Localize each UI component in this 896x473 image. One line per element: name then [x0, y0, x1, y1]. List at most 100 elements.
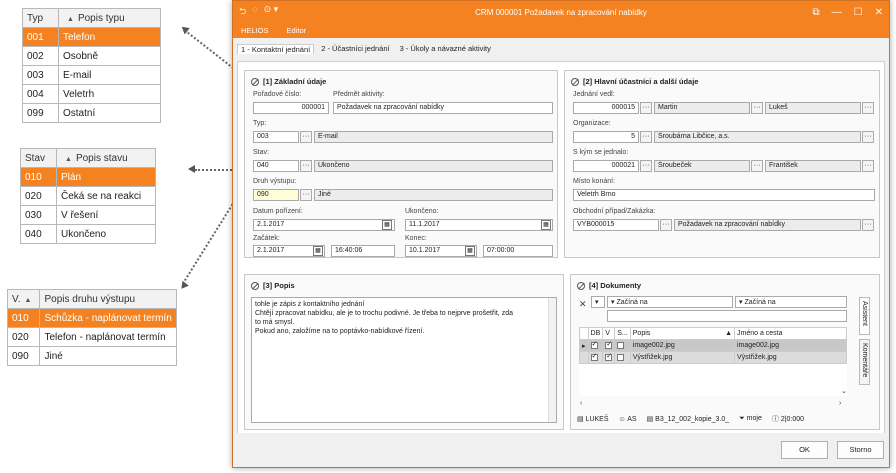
table-row[interactable]: 030 V řešení — [20, 205, 156, 225]
scroll-left-icon[interactable]: ‹ — [580, 400, 582, 407]
collapse-icon[interactable] — [251, 77, 259, 86]
filter-left-field[interactable]: ▾ Začíná na — [607, 296, 733, 308]
table-row[interactable]: 099 Ostatní — [22, 103, 161, 123]
tab-ucastnici-jednani[interactable]: 2 - Účastníci jednání — [318, 44, 392, 54]
lookup-button[interactable]: ··· — [751, 102, 763, 114]
filter-right-field[interactable]: ▾ Začíná na — [735, 296, 847, 308]
col-v[interactable]: V — [602, 327, 616, 340]
menu-bar: HELIOS Editor — [233, 23, 889, 38]
sort-asc-icon: ▲ — [67, 15, 74, 23]
ukonceno-field[interactable]: 11.1.2017 — [405, 219, 553, 231]
filter-input[interactable] — [607, 310, 847, 322]
maximize-icon[interactable]: ☐ — [854, 7, 863, 18]
organizace-lookup-button[interactable]: ··· — [640, 131, 652, 143]
typ-lookup-button[interactable]: ··· — [300, 131, 312, 143]
stav-lookup-button[interactable]: ··· — [300, 160, 312, 172]
popis-typu-header[interactable]: ▲ Popis typu — [58, 8, 161, 28]
zacatek-cas-field[interactable]: 16:40:06 — [331, 245, 395, 257]
table-row[interactable]: Výstřižek.jpg Výstřižek.jpg — [579, 351, 847, 364]
table-row[interactable]: 001 Telefon — [22, 27, 161, 47]
organizace-code-field[interactable]: 5 — [573, 131, 639, 143]
stav-code-field[interactable]: 040 — [253, 160, 299, 172]
obchodni-lookup-button[interactable]: ··· — [660, 219, 672, 231]
druh-code-field[interactable]: 090 — [253, 189, 299, 201]
tab-asistent[interactable]: Asistent — [859, 297, 870, 335]
predmet-field[interactable]: Požadavek na zpracování nabídky — [333, 102, 553, 114]
typ-code-field[interactable]: 003 — [253, 131, 299, 143]
jednani-vedl-prijmeni-field: Lukeš — [765, 102, 861, 114]
lookup-button[interactable]: ··· — [862, 219, 874, 231]
col-popis[interactable]: Popis ▲ — [629, 327, 736, 340]
table-row[interactable]: 010 Schůzka - naplánovat termín — [6, 308, 177, 328]
popis-druhu-header[interactable]: Popis druhu výstupu — [39, 289, 177, 309]
s-kym-lookup-button[interactable]: ··· — [640, 160, 652, 172]
datum-porizeni-field[interactable]: 2.1.2017 — [253, 219, 395, 231]
table-row[interactable]: 090 Jiné — [6, 346, 177, 366]
scroll-right-icon[interactable]: › — [839, 400, 841, 407]
lookup-button[interactable]: ··· — [862, 160, 874, 172]
calendar-icon[interactable]: ▦ — [313, 246, 323, 256]
jednani-vedl-code-field[interactable]: 000015 — [573, 102, 639, 114]
obchodni-code-field[interactable]: VYB000015 — [573, 219, 659, 231]
col-jmeno[interactable]: Jméno a cesta — [734, 327, 847, 340]
checkbox[interactable] — [605, 352, 613, 361]
info-icon: ⓘ — [771, 416, 781, 423]
lookup-button[interactable]: ··· — [862, 131, 874, 143]
collapse-icon[interactable] — [251, 281, 259, 290]
col-s[interactable]: S... — [614, 327, 631, 340]
lookup-button[interactable]: ··· — [862, 102, 874, 114]
minimize-icon[interactable]: — — [832, 7, 842, 18]
lookup-button[interactable]: ··· — [751, 160, 763, 172]
druh-desc-field: Jiné — [314, 189, 553, 201]
table-row[interactable]: 003 E-mail — [22, 65, 161, 85]
clear-filter-icon[interactable]: ✕ — [579, 299, 587, 310]
scrollbar[interactable] — [548, 298, 556, 422]
table-row[interactable]: 010 Plán — [20, 167, 156, 187]
stav-header[interactable]: Stav — [20, 148, 57, 168]
checkbox[interactable] — [617, 353, 625, 361]
popis-textarea[interactable]: tohle je zápis z kontaktního jednání Cht… — [251, 297, 557, 423]
menu-editor[interactable]: Editor — [287, 26, 307, 35]
popis-stavu-header[interactable]: ▲ Popis stavu — [56, 148, 156, 168]
collapse-icon[interactable] — [577, 281, 585, 290]
table-row[interactable]: ▸ image002.jpg image002.jpg — [579, 339, 847, 352]
status-filter[interactable]: ⏷ moje — [739, 415, 762, 423]
typ-header[interactable]: Typ — [22, 8, 59, 28]
checkbox[interactable] — [590, 340, 598, 349]
poradove-cislo-field[interactable]: 000001 — [253, 102, 329, 114]
collapse-icon[interactable] — [571, 77, 579, 86]
calendar-icon[interactable]: ▦ — [465, 246, 475, 256]
druh-lookup-button[interactable]: ··· — [300, 189, 312, 201]
jednani-vedl-lookup-button[interactable]: ··· — [640, 102, 652, 114]
refresh-icon[interactable]: ◌ — [252, 4, 257, 20]
checkbox[interactable] — [617, 341, 625, 349]
table-row[interactable]: 020 Čeká se na reakci — [20, 186, 156, 206]
status-file: ▤ B3_12_002_kopie_3.0_ — [646, 416, 730, 423]
konec-cas-field[interactable]: 07:00:00 — [483, 245, 553, 257]
tab-kontaktni-jednani[interactable]: 1 - Kontaktní jednání — [237, 44, 315, 54]
ok-button[interactable]: OK — [781, 441, 828, 459]
back-icon[interactable]: ⮌ — [239, 4, 246, 20]
table-row[interactable]: 040 Ukončeno — [20, 224, 156, 244]
dropdown-icon[interactable]: ▾ — [591, 296, 605, 308]
misto-field[interactable]: Veletrh Brno — [573, 189, 875, 201]
table-row[interactable]: 002 Osobně — [22, 46, 161, 66]
tab-ukoly[interactable]: 3 - Úkoly a návazné aktivity — [397, 44, 494, 54]
table-row[interactable]: 020 Telefon - naplánovat termín — [6, 327, 177, 347]
scroll-down-icon[interactable]: ⌄ — [841, 387, 847, 395]
dropdown-icon[interactable]: ⊙ ▾ — [264, 4, 279, 20]
menu-helios[interactable]: HELIOS — [241, 26, 269, 35]
restore-icon[interactable]: ⧉ — [813, 7, 820, 18]
ucastnici-panel: [2] Hlavní účastníci a další údaje Jedná… — [564, 70, 880, 258]
checkbox[interactable] — [605, 340, 613, 349]
col-db[interactable]: DB — [587, 327, 604, 340]
s-kym-code-field[interactable]: 000021 — [573, 160, 639, 172]
v-header[interactable]: V. ▲ — [6, 289, 41, 309]
tab-komentare[interactable]: Komentáře — [859, 339, 870, 385]
table-row[interactable]: 004 Veletrh — [22, 84, 161, 104]
cancel-button[interactable]: Storno — [837, 441, 884, 459]
close-icon[interactable]: ✕ — [875, 7, 883, 18]
checkbox[interactable] — [590, 352, 598, 361]
calendar-icon[interactable]: ▦ — [541, 220, 551, 230]
calendar-icon[interactable]: ▦ — [382, 220, 392, 230]
